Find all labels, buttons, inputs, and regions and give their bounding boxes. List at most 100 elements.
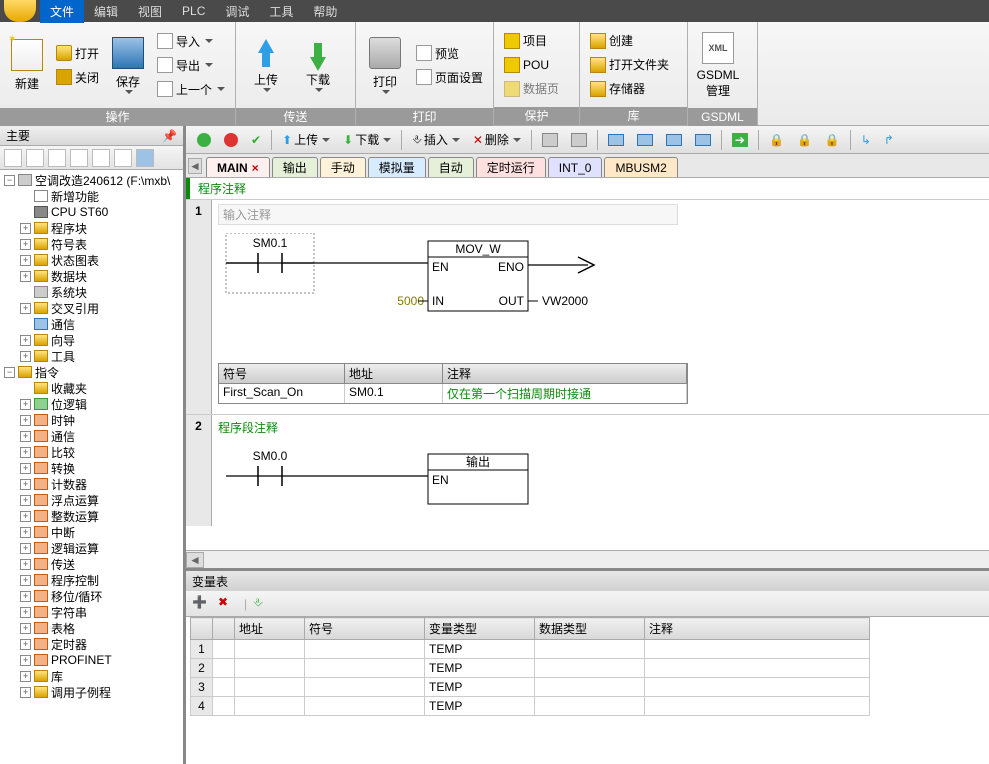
toolbar-misc-1[interactable] bbox=[537, 129, 563, 151]
toolbar-go[interactable]: ➔ bbox=[727, 129, 753, 151]
program-comment[interactable]: 程序注释 bbox=[190, 178, 989, 199]
tree-lib[interactable]: +库 bbox=[0, 668, 183, 684]
prev-button[interactable]: 上一个 bbox=[153, 78, 229, 100]
network-comment[interactable]: 程序段注释 bbox=[218, 419, 983, 436]
tree-logic[interactable]: +逻辑运算 bbox=[0, 540, 183, 556]
tree-intmath[interactable]: +整数运算 bbox=[0, 508, 183, 524]
toolbar-branch[interactable]: ↳ bbox=[856, 129, 876, 151]
tree-transfer[interactable]: +传送 bbox=[0, 556, 183, 572]
tab-int0[interactable]: INT_0 bbox=[548, 157, 603, 177]
save-button[interactable]: 保存 bbox=[107, 26, 149, 104]
tree-tool-6[interactable] bbox=[114, 149, 132, 167]
tab-scroll-left[interactable]: ◄ bbox=[188, 158, 202, 174]
create-lib-button[interactable]: 创建 bbox=[586, 30, 673, 52]
tree-progctrl[interactable]: +程序控制 bbox=[0, 572, 183, 588]
variable-grid[interactable]: 地址 符号 变量类型 数据类型 注释 1TEMP 2TEMP 3TEMP 4TE… bbox=[186, 617, 989, 764]
tree-wizard[interactable]: +向导 bbox=[0, 332, 183, 348]
compile-button[interactable]: ✔ bbox=[246, 129, 266, 151]
tab-output[interactable]: 输出 bbox=[272, 157, 318, 177]
project-protect-button[interactable]: 项目 bbox=[500, 30, 563, 52]
tree-string[interactable]: +字符串 bbox=[0, 604, 183, 620]
tree-project-root[interactable]: −空调改造240612 (F:\mxb\ bbox=[0, 172, 183, 188]
preview-button[interactable]: 预览 bbox=[412, 42, 487, 64]
stop-button[interactable] bbox=[219, 129, 243, 151]
scroll-left-button[interactable]: ◄ bbox=[186, 552, 204, 568]
toolbar-delete[interactable]: ✕删除 bbox=[468, 129, 526, 151]
tab-auto[interactable]: 自动 bbox=[428, 157, 474, 177]
tab-timer[interactable]: 定时运行 bbox=[476, 157, 546, 177]
toolbar-folder-1[interactable] bbox=[603, 129, 629, 151]
var-add-button[interactable]: ➕ bbox=[192, 595, 212, 613]
close-icon[interactable]: × bbox=[252, 161, 259, 175]
tree-counter[interactable]: +计数器 bbox=[0, 476, 183, 492]
network-input-comment[interactable]: 输入注释 bbox=[218, 204, 678, 225]
tree-comm2[interactable]: +通信 bbox=[0, 428, 183, 444]
menu-edit[interactable]: 编辑 bbox=[84, 0, 128, 23]
gsdml-button[interactable]: XMLGSDML 管理 bbox=[694, 26, 742, 104]
tree-timer[interactable]: +定时器 bbox=[0, 636, 183, 652]
tree-interrupt[interactable]: +中断 bbox=[0, 524, 183, 540]
tree-prog-block[interactable]: +程序块 bbox=[0, 220, 183, 236]
tree-shiftrot[interactable]: +移位/循环 bbox=[0, 588, 183, 604]
toolbar-folder-3[interactable] bbox=[661, 129, 687, 151]
new-button[interactable]: 新建 bbox=[6, 26, 48, 104]
run-button[interactable] bbox=[192, 129, 216, 151]
toolbar-branch-2[interactable]: ↱ bbox=[879, 129, 899, 151]
var-row[interactable]: 3TEMP bbox=[191, 678, 870, 697]
tab-main[interactable]: MAIN× bbox=[206, 157, 270, 177]
page-setup-button[interactable]: 页面设置 bbox=[412, 66, 487, 88]
storage-button[interactable]: 存储器 bbox=[586, 78, 673, 100]
pou-protect-button[interactable]: POU bbox=[500, 54, 563, 76]
menu-view[interactable]: 视图 bbox=[128, 0, 172, 23]
tree-sys-block[interactable]: 系统块 bbox=[0, 284, 183, 300]
tree-status-chart[interactable]: +状态图表 bbox=[0, 252, 183, 268]
menu-debug[interactable]: 调试 bbox=[215, 0, 259, 23]
tree-tool-5[interactable] bbox=[92, 149, 110, 167]
toolbar-upload[interactable]: ⬆上传 bbox=[277, 129, 335, 151]
tree-data-block[interactable]: +数据块 bbox=[0, 268, 183, 284]
tree-float[interactable]: +浮点运算 bbox=[0, 492, 183, 508]
tree-tool-7[interactable] bbox=[136, 149, 154, 167]
tree-tool-4[interactable] bbox=[70, 149, 88, 167]
var-row[interactable]: 2TEMP bbox=[191, 659, 870, 678]
toolbar-folder-4[interactable] bbox=[690, 129, 716, 151]
upload-button[interactable]: 上传 bbox=[242, 26, 290, 104]
close-button[interactable]: 关闭 bbox=[52, 66, 103, 88]
ladder-editor[interactable]: 程序注释 1 输入注释 SM0.1 bbox=[186, 178, 989, 550]
toolbar-misc-2[interactable] bbox=[566, 129, 592, 151]
tree-cross-ref[interactable]: +交叉引用 bbox=[0, 300, 183, 316]
tree-bitlogic[interactable]: +位逻辑 bbox=[0, 396, 183, 412]
export-button[interactable]: 导出 bbox=[153, 54, 229, 76]
var-delete-button[interactable]: ✖ bbox=[218, 595, 238, 613]
tree-instr[interactable]: −指令 bbox=[0, 364, 183, 380]
datapage-protect-button[interactable]: 数据页 bbox=[500, 78, 563, 100]
tree-convert[interactable]: +转换 bbox=[0, 460, 183, 476]
ladder-rung-2[interactable]: SM0.0 输出 EN bbox=[218, 436, 718, 516]
tree-tool[interactable]: +工具 bbox=[0, 348, 183, 364]
open-button[interactable]: 打开 bbox=[52, 42, 103, 64]
tree-tool-1[interactable] bbox=[4, 149, 22, 167]
toolbar-folder-2[interactable] bbox=[632, 129, 658, 151]
tab-mbusm2[interactable]: MBUSM2 bbox=[604, 157, 677, 177]
toolbar-lock-1[interactable]: 🔒 bbox=[764, 129, 789, 151]
editor-horizontal-scroll[interactable]: ◄ bbox=[186, 550, 989, 568]
toolbar-lock-2[interactable]: 🔒 bbox=[792, 129, 817, 151]
open-folder-button[interactable]: 打开文件夹 bbox=[586, 54, 673, 76]
menu-tools[interactable]: 工具 bbox=[259, 0, 303, 23]
tree-compare[interactable]: +比较 bbox=[0, 444, 183, 460]
tree-sym-table[interactable]: +符号表 bbox=[0, 236, 183, 252]
var-row[interactable]: 4TEMP bbox=[191, 697, 870, 716]
download-button[interactable]: 下载 bbox=[294, 26, 342, 104]
tree-table[interactable]: +表格 bbox=[0, 620, 183, 636]
var-insert-button[interactable]: ⎀ bbox=[253, 595, 273, 613]
tree-clock[interactable]: +时钟 bbox=[0, 412, 183, 428]
toolbar-lock-3[interactable]: 🔒 bbox=[820, 129, 845, 151]
tree-cpu[interactable]: CPU ST60 bbox=[0, 204, 183, 220]
var-row[interactable]: 1TEMP bbox=[191, 640, 870, 659]
tree-fav[interactable]: 收藏夹 bbox=[0, 380, 183, 396]
tree-comm[interactable]: 通信 bbox=[0, 316, 183, 332]
menu-plc[interactable]: PLC bbox=[172, 1, 215, 21]
import-button[interactable]: 导入 bbox=[153, 30, 229, 52]
ladder-rung-1[interactable]: SM0.1 MOV_W EN ENO IN OUT bbox=[218, 233, 718, 333]
toolbar-insert[interactable]: ⎀插入 bbox=[407, 129, 465, 151]
